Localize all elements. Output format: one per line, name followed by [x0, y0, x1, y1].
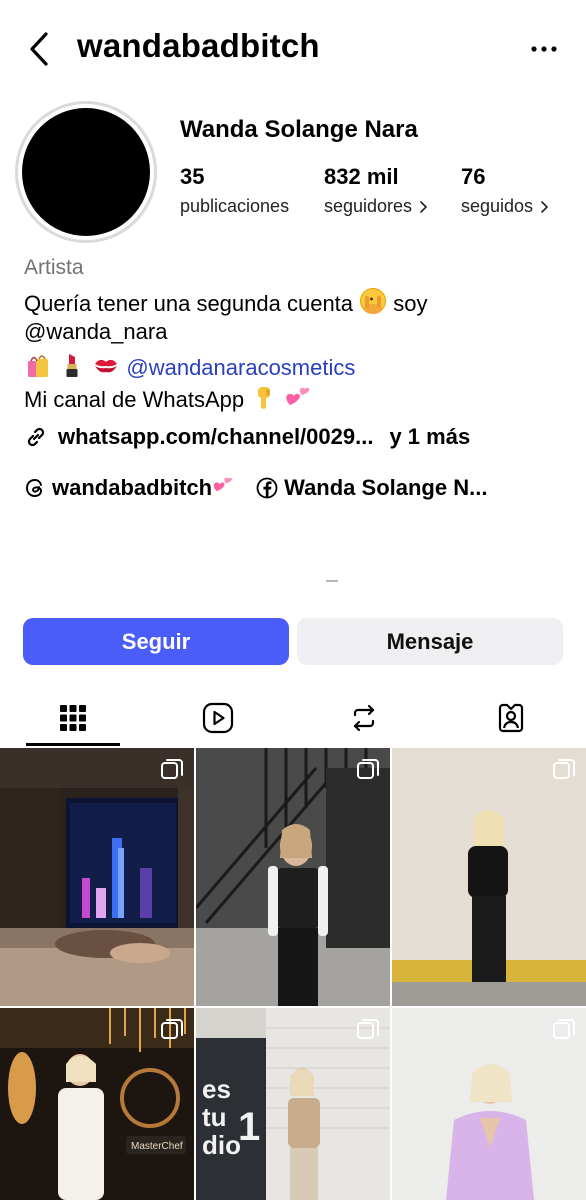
post-thumbnail-4[interactable]: MasterChef: [0, 1008, 194, 1200]
multiple-photos-icon: [357, 1019, 379, 1039]
multiple-photos-icon: [161, 1019, 183, 1039]
svg-text:tu: tu: [202, 1102, 227, 1132]
bio-line-1: Quería tener una segunda cuenta soy: [24, 287, 428, 321]
stat-posts-count: 35: [180, 164, 205, 189]
chevron-right-icon: [420, 200, 428, 213]
shopping-bags-emoji-icon: [24, 351, 52, 385]
stat-followers-label: seguidores: [324, 196, 413, 216]
threads-link[interactable]: wandabadbitch: [24, 474, 240, 502]
two-hearts-emoji-icon: [212, 474, 240, 502]
more-options-button[interactable]: [528, 36, 562, 62]
reposts-icon: [353, 704, 375, 732]
svg-text:1: 1: [238, 1105, 260, 1149]
threads-label: wandabadbitch: [52, 475, 213, 500]
stat-following-count: 76: [461, 164, 486, 189]
facebook-label: Wanda Solange N...: [284, 475, 488, 500]
bio-mention-link[interactable]: @wandanaracosmetics: [126, 355, 355, 380]
post-thumbnail-6[interactable]: [392, 1008, 586, 1200]
pointing-down-emoji-icon: [250, 383, 278, 417]
more-horizontal-icon: [531, 46, 557, 52]
post-thumbnail-5[interactable]: es tu dio 1: [196, 1008, 390, 1200]
tab-tagged[interactable]: [463, 690, 559, 746]
lipstick-emoji-icon: [58, 351, 86, 385]
facebook-link[interactable]: Wanda Solange N...: [256, 475, 487, 501]
stat-following-label: seguidos: [461, 196, 534, 216]
link-icon: [27, 427, 45, 447]
multiple-photos-icon: [161, 759, 183, 779]
external-link-row[interactable]: whatsapp.com/channel/0029... y 1 más: [24, 422, 470, 452]
peeking-face-emoji-icon: [359, 287, 387, 321]
post-thumbnail-3[interactable]: [392, 748, 586, 1006]
svg-text:es: es: [202, 1074, 231, 1104]
chevron-right-icon: [541, 200, 549, 213]
grid-icon: [60, 705, 86, 731]
back-button[interactable]: [26, 30, 56, 68]
reels-icon: [202, 702, 234, 734]
bio-text-end: soy: [393, 291, 428, 316]
display-name: Wanda Solange Nara: [180, 116, 418, 143]
avatar[interactable]: [22, 108, 150, 236]
svg-text:dio: dio: [202, 1130, 241, 1160]
chevron-left-icon: [30, 32, 48, 66]
profile-category: Artista: [24, 256, 84, 279]
stat-posts-label: publicaciones: [180, 196, 290, 216]
follow-button[interactable]: Seguir: [23, 618, 289, 665]
profile-username: wandabadbitch: [77, 27, 320, 64]
bio-line-2: @wanda_nara: [24, 319, 168, 344]
external-link-more[interactable]: y 1 más: [389, 424, 470, 450]
stat-followers-count: 832 mil: [324, 164, 399, 189]
message-button[interactable]: Mensaje: [297, 618, 563, 665]
tab-reels[interactable]: [170, 690, 266, 746]
tab-active-indicator: [26, 743, 120, 746]
divider-mark: [326, 580, 338, 582]
stat-followers[interactable]: 832 mil seguidores: [324, 164, 428, 217]
tab-reposts[interactable]: [316, 690, 412, 746]
svg-text:MasterChef: MasterChef: [131, 1141, 183, 1152]
multiple-photos-icon: [357, 759, 379, 779]
bio-whatsapp-text: Mi canal de WhatsApp: [24, 387, 245, 412]
bio-line-3: @wandanaracosmetics: [24, 351, 355, 385]
bio-text: Quería tener una segunda cuenta: [24, 291, 354, 316]
post-thumbnail-1[interactable]: [0, 748, 194, 1006]
stat-posts: 35 publicaciones: [180, 164, 289, 217]
kiss-mark-emoji-icon: [92, 351, 120, 385]
facebook-icon: [256, 477, 278, 499]
bio-line-4: Mi canal de WhatsApp: [24, 383, 312, 417]
stat-following[interactable]: 76 seguidos: [461, 164, 549, 217]
tab-posts[interactable]: [25, 690, 121, 746]
social-links-row: wandabadbitch Wanda Solange N...: [24, 474, 487, 502]
external-link-text: whatsapp.com/channel/0029...: [58, 424, 374, 449]
two-hearts-emoji-icon: [284, 383, 312, 417]
tagged-icon: [498, 703, 524, 733]
multiple-photos-icon: [553, 759, 575, 779]
multiple-photos-icon: [553, 1019, 575, 1039]
post-thumbnail-2[interactable]: [196, 748, 390, 1006]
profile-header: wandabadbitch: [0, 0, 586, 98]
posts-grid: MasterChef es tu dio 1: [0, 748, 586, 1200]
threads-icon: [26, 479, 42, 497]
